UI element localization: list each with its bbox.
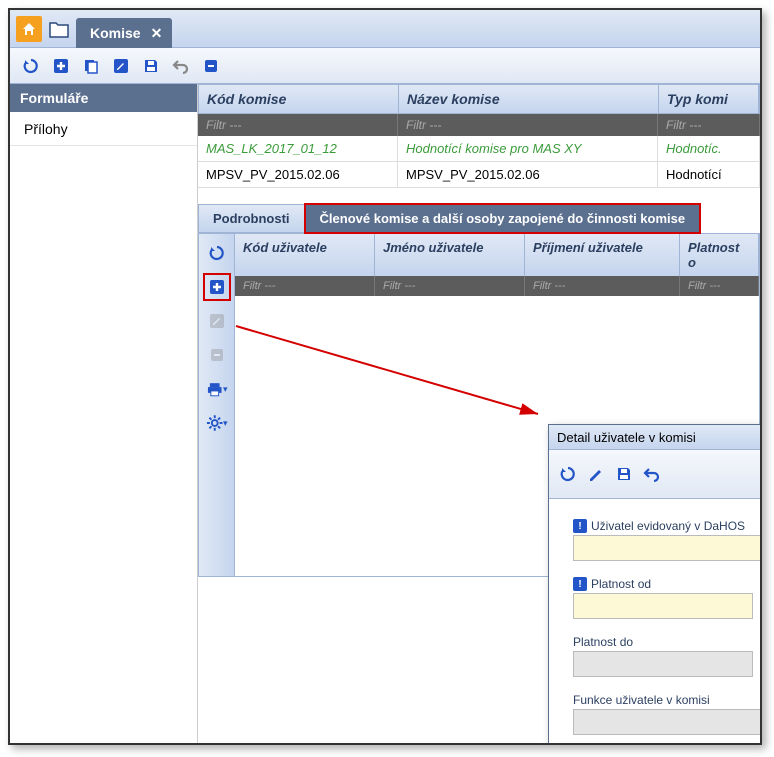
- grid-header-name[interactable]: Název komise: [399, 85, 659, 113]
- grid-row[interactable]: MAS_LK_2017_01_12 Hodnotící komise pro M…: [198, 136, 760, 162]
- grid-header-code[interactable]: Kód komise: [199, 85, 399, 113]
- required-icon: !: [573, 519, 587, 533]
- grid-filter-code[interactable]: Filtr ---: [198, 114, 398, 136]
- detail-filter[interactable]: Filtr ---: [680, 276, 759, 296]
- refresh-icon[interactable]: [206, 242, 228, 264]
- edit-icon[interactable]: [110, 55, 132, 77]
- required-icon: !: [573, 577, 587, 591]
- edit-icon: [206, 310, 228, 332]
- delete-icon[interactable]: [200, 55, 222, 77]
- refresh-icon[interactable]: [20, 55, 42, 77]
- grid-filter-type[interactable]: Filtr ---: [658, 114, 760, 136]
- grid-cell-code: MPSV_PV_2015.02.06: [198, 162, 398, 187]
- input-valid-from[interactable]: [573, 593, 753, 619]
- label-user: Uživatel evidovaný v DaHOS: [591, 519, 745, 533]
- refresh-icon[interactable]: [559, 465, 577, 483]
- subtab-members[interactable]: Členové komise a další osoby zapojené do…: [305, 204, 701, 233]
- input-user[interactable]: [573, 535, 760, 561]
- tab-label: Komise: [90, 25, 141, 41]
- tab-close-icon[interactable]: ✕: [151, 25, 163, 42]
- copy-icon[interactable]: [80, 55, 102, 77]
- save-icon[interactable]: [140, 55, 162, 77]
- new-icon[interactable]: [50, 55, 72, 77]
- sidebar-tab-forms[interactable]: Formuláře: [10, 84, 197, 113]
- sidebar-item-attachments[interactable]: Přílohy: [10, 113, 197, 146]
- print-icon[interactable]: ▾: [206, 378, 228, 400]
- dialog-title: Detail uživatele v komisi: [557, 430, 696, 445]
- folder-icon[interactable]: [46, 16, 72, 42]
- edit-icon[interactable]: [587, 465, 605, 483]
- detail-header-validfrom[interactable]: Platnost o: [680, 234, 759, 276]
- detail-header-lastname[interactable]: Příjmení uživatele: [525, 234, 680, 276]
- home-icon[interactable]: [16, 16, 42, 42]
- undo-icon[interactable]: [170, 55, 192, 77]
- add-icon[interactable]: [206, 276, 228, 298]
- label-function: Funkce uživatele v komisi: [573, 693, 710, 707]
- grid-cell-type: Hodnotíc.: [658, 136, 760, 161]
- tab-komise[interactable]: Komise ✕: [76, 18, 172, 48]
- detail-filter[interactable]: Filtr ---: [525, 276, 680, 296]
- detail-header-usercode[interactable]: Kód uživatele: [235, 234, 375, 276]
- grid-filter-name[interactable]: Filtr ---: [398, 114, 658, 136]
- dialog-user-detail: Detail uživatele v komisi — ▢ ✕ ▾ ▾: [548, 424, 760, 743]
- grid-cell-type: Hodnotící: [658, 162, 760, 187]
- input-function[interactable]: [573, 709, 760, 735]
- label-valid-to: Platnost do: [573, 635, 633, 649]
- save-icon[interactable]: [615, 465, 633, 483]
- grid-cell-code: MAS_LK_2017_01_12: [198, 136, 398, 161]
- detail-header-firstname[interactable]: Jméno uživatele: [375, 234, 525, 276]
- remove-icon: [206, 344, 228, 366]
- input-valid-to[interactable]: [573, 651, 753, 677]
- gear-icon[interactable]: ▾: [206, 412, 228, 434]
- grid-header-type[interactable]: Typ komi: [659, 85, 759, 113]
- detail-filter[interactable]: Filtr ---: [235, 276, 375, 296]
- undo-icon[interactable]: [643, 465, 661, 483]
- subtab-details[interactable]: Podrobnosti: [198, 204, 305, 233]
- grid-cell-name: MPSV_PV_2015.02.06: [398, 162, 658, 187]
- detail-filter[interactable]: Filtr ---: [375, 276, 525, 296]
- grid-cell-name: Hodnotící komise pro MAS XY: [398, 136, 658, 161]
- label-valid-from: Platnost od: [591, 577, 651, 591]
- grid-row[interactable]: MPSV_PV_2015.02.06 MPSV_PV_2015.02.06 Ho…: [198, 162, 760, 188]
